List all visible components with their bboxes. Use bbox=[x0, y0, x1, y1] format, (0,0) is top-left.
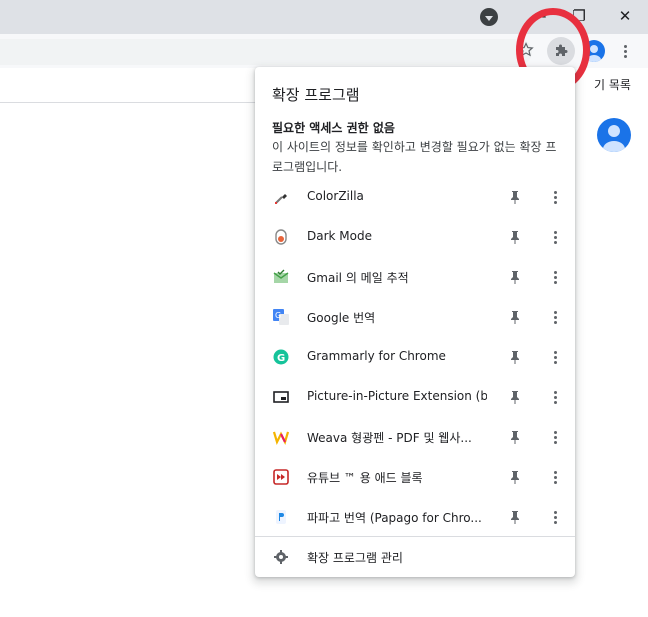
svg-text:G: G bbox=[277, 353, 285, 364]
more-options-icon[interactable] bbox=[551, 228, 559, 246]
pin-icon[interactable] bbox=[509, 309, 521, 325]
extension-row-weava[interactable]: Weava 형광펜 - PDF 및 웹사... bbox=[255, 417, 575, 457]
popup-title: 확장 프로그램 bbox=[272, 86, 360, 104]
extensions-menu: 확장 프로그램 필요한 액세스 권한 없음 이 사이트의 정보를 확인하고 변경… bbox=[255, 67, 575, 577]
extension-name: Dark Mode bbox=[307, 229, 372, 243]
google-translate-icon: G bbox=[273, 309, 289, 325]
extension-name: Gmail 의 메일 추적 bbox=[307, 271, 409, 285]
extension-row-pip[interactable]: Picture-in-Picture Extension (b... bbox=[255, 377, 575, 417]
gmail-tracker-icon bbox=[273, 269, 289, 285]
window-close-button[interactable]: ✕ bbox=[608, 2, 642, 30]
more-options-icon[interactable] bbox=[551, 348, 559, 366]
youtube-adblock-icon bbox=[273, 469, 289, 485]
grammarly-icon: G bbox=[273, 349, 289, 365]
side-panel-avatar[interactable] bbox=[597, 118, 631, 152]
pin-icon[interactable] bbox=[509, 509, 521, 525]
pip-icon bbox=[273, 389, 289, 405]
gear-icon bbox=[273, 549, 289, 565]
manage-extensions-button[interactable]: 확장 프로그램 관리 bbox=[255, 539, 575, 575]
reading-list-label[interactable]: 기 목록 bbox=[594, 76, 631, 93]
extension-name: Grammarly for Chrome bbox=[307, 349, 446, 363]
tab-search-icon[interactable] bbox=[480, 8, 498, 26]
extension-name: 파파고 번역 (Papago for Chro... bbox=[307, 511, 482, 525]
pin-icon[interactable] bbox=[509, 189, 521, 205]
pin-icon[interactable] bbox=[509, 269, 521, 285]
colorzilla-icon bbox=[273, 189, 289, 205]
extension-name: 유튜브 ™ 용 애드 블록 bbox=[307, 471, 423, 485]
pin-icon[interactable] bbox=[509, 429, 521, 445]
close-icon: ✕ bbox=[618, 7, 632, 25]
extension-name: Weava 형광펜 - PDF 및 웹사... bbox=[307, 431, 472, 445]
manage-extensions-label: 확장 프로그램 관리 bbox=[307, 551, 403, 565]
address-bar[interactable] bbox=[0, 39, 532, 65]
extension-row-colorzilla[interactable]: ColorZilla bbox=[255, 177, 575, 217]
section-heading: 필요한 액세스 권한 없음 bbox=[272, 121, 395, 135]
extension-name: Picture-in-Picture Extension (b... bbox=[307, 389, 487, 403]
extension-name: ColorZilla bbox=[307, 189, 364, 203]
pin-icon[interactable] bbox=[509, 229, 521, 245]
extension-row-gmail-tracker[interactable]: Gmail 의 메일 추적 bbox=[255, 257, 575, 297]
chrome-menu-button[interactable] bbox=[617, 42, 633, 60]
dark-mode-icon bbox=[273, 229, 289, 245]
svg-text:G: G bbox=[275, 311, 281, 320]
extension-row-youtube-adblock[interactable]: 유튜브 ™ 용 애드 블록 bbox=[255, 457, 575, 497]
extension-row-google-translate[interactable]: G Google 번역 bbox=[255, 297, 575, 337]
extension-row-grammarly[interactable]: G Grammarly for Chrome bbox=[255, 337, 575, 377]
section-description: 이 사이트의 정보를 확인하고 변경할 필요가 없는 확장 프로그램입니다. bbox=[272, 140, 557, 174]
divider bbox=[0, 102, 255, 103]
weava-icon bbox=[272, 429, 290, 445]
more-options-icon[interactable] bbox=[551, 388, 559, 406]
extension-name: Google 번역 bbox=[307, 311, 376, 325]
extension-row-papago[interactable]: 파파고 번역 (Papago for Chro... bbox=[255, 497, 575, 537]
more-options-icon[interactable] bbox=[551, 428, 559, 446]
more-options-icon[interactable] bbox=[551, 508, 559, 526]
divider bbox=[255, 536, 575, 537]
more-options-icon[interactable] bbox=[551, 468, 559, 486]
extension-row-dark-mode[interactable]: Dark Mode bbox=[255, 217, 575, 257]
papago-icon bbox=[273, 509, 289, 525]
more-options-icon[interactable] bbox=[551, 308, 559, 326]
more-options-icon[interactable] bbox=[551, 188, 559, 206]
pin-icon[interactable] bbox=[509, 389, 521, 405]
pin-icon[interactable] bbox=[509, 469, 521, 485]
pin-icon[interactable] bbox=[509, 349, 521, 365]
more-options-icon[interactable] bbox=[551, 268, 559, 286]
